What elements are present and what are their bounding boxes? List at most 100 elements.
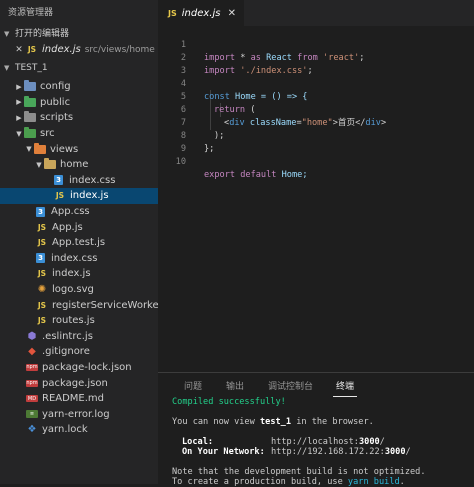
tree-item-label: package.json bbox=[42, 377, 108, 389]
code-line-1: 1 import * as React from 'react'; bbox=[158, 26, 474, 63]
log-file-icon: ≡ bbox=[26, 410, 38, 419]
tree-item-src[interactable]: ▼ src bbox=[0, 126, 158, 142]
tree-item-label: scripts bbox=[40, 112, 74, 124]
tree-item-app-test-js[interactable]: JS App.test.js bbox=[0, 235, 158, 251]
chevron-down-icon: ▼ bbox=[4, 30, 10, 38]
folder-public-icon bbox=[24, 95, 36, 107]
chevron-right-icon: ▶ bbox=[16, 113, 22, 122]
chevron-down-icon: ▼ bbox=[36, 160, 42, 169]
tree-item-gitignore[interactable]: ◆ .gitignore bbox=[0, 344, 158, 360]
panel-tabs: 问题 输出 调试控制台 终端 bbox=[158, 373, 474, 397]
js-file-icon: JS bbox=[27, 45, 37, 54]
tree-item-label: src bbox=[40, 128, 55, 140]
tree-item-routes-js[interactable]: JS routes.js bbox=[0, 313, 158, 329]
code-line-9: 9 bbox=[158, 130, 474, 154]
tree-item-public[interactable]: ▶ public bbox=[0, 95, 158, 111]
code-line-7: 7 ); bbox=[158, 104, 474, 141]
tree-item-label: views bbox=[50, 143, 79, 155]
json-file-icon: npm bbox=[26, 363, 38, 371]
tab-problems[interactable]: 问题 bbox=[184, 379, 202, 392]
line-number: 10 bbox=[175, 157, 186, 167]
tree-item-views[interactable]: ▼ views bbox=[0, 141, 158, 157]
terminal-line-note: Note that the development build is not o… bbox=[172, 467, 426, 477]
close-icon[interactable]: ✕ bbox=[14, 45, 24, 56]
project-section-header[interactable]: ▼ TEST_1 bbox=[0, 60, 158, 76]
tree-item-src-index-css[interactable]: 3 index.css bbox=[0, 251, 158, 267]
terminal-local-url: http://localhost:3000/ bbox=[271, 437, 385, 447]
tree-item-register-service-worker[interactable]: JS registerServiceWorker.js bbox=[0, 297, 158, 313]
tree-item-label: .eslintrc.js bbox=[42, 330, 93, 342]
chevron-right-icon: ▶ bbox=[16, 98, 22, 107]
svg-file-icon: ✺ bbox=[37, 284, 47, 296]
lock-file-icon: ❖ bbox=[27, 424, 37, 436]
terminal-line-local: Local: bbox=[182, 437, 214, 447]
editor-tab-bar: JS index.js ✕ bbox=[158, 0, 474, 26]
tree-item-logo-svg[interactable]: ✺ logo.svg bbox=[0, 282, 158, 298]
code-line-2: 2 import './index.css'; bbox=[158, 39, 474, 76]
css-file-icon: 3 bbox=[36, 206, 45, 217]
terminal-network-url: http://192.168.172.22:3000/ bbox=[271, 447, 411, 457]
project-label: TEST_1 bbox=[15, 63, 48, 73]
tree-item-label: logo.svg bbox=[52, 284, 94, 296]
code-line-4: 4 const Home = () => { bbox=[158, 65, 474, 102]
code-line-10: 10 export default Home; bbox=[158, 143, 474, 180]
tree-item-label: index.js bbox=[70, 190, 109, 202]
open-editors-section-header[interactable]: ▼ 打开的编辑器 bbox=[0, 26, 158, 42]
tree-item-label: routes.js bbox=[52, 315, 95, 327]
tree-item-label: config bbox=[40, 81, 71, 93]
tree-item-package-json[interactable]: npm package.json bbox=[0, 375, 158, 391]
open-editor-name: index.js bbox=[42, 44, 81, 55]
tree-item-yarn-lock[interactable]: ❖ yarn.lock bbox=[0, 422, 158, 438]
terminal-line-build: To create a production build, use yarn b… bbox=[172, 477, 405, 487]
tree-item-label: .gitignore bbox=[42, 346, 90, 358]
terminal-line-compiled: Compiled successfully! bbox=[172, 397, 286, 407]
tree-item-label: registerServiceWorker.js bbox=[52, 299, 158, 311]
git-file-icon: ◆ bbox=[28, 346, 36, 358]
css-file-icon: 3 bbox=[36, 253, 45, 264]
tree-item-label: package-lock.json bbox=[42, 361, 132, 373]
file-tree: ▶ config ▶ public ▶ scripts ▼ src ▼ view… bbox=[0, 79, 158, 438]
open-editor-item[interactable]: ✕ JS index.js src/views/home bbox=[0, 42, 158, 58]
tree-item-scripts[interactable]: ▶ scripts bbox=[0, 110, 158, 126]
code-line-5: 5 return ( bbox=[158, 78, 474, 115]
tree-item-label: index.css bbox=[51, 252, 98, 264]
tree-item-home[interactable]: ▼ home bbox=[0, 157, 158, 173]
js-file-icon: JS bbox=[37, 300, 47, 310]
markdown-file-icon: MD bbox=[26, 395, 38, 403]
js-file-icon: JS bbox=[37, 269, 47, 279]
tree-item-label: README.md bbox=[42, 393, 105, 405]
tree-item-label: index.css bbox=[69, 174, 116, 186]
tree-item-src-index-js[interactable]: JS index.js bbox=[0, 266, 158, 282]
chevron-down-icon: ▼ bbox=[26, 145, 32, 154]
terminal-line-view: You can now view test_1 in the browser. bbox=[172, 417, 374, 427]
code-line-3: 3 bbox=[158, 52, 474, 76]
open-editors-label: 打开的编辑器 bbox=[15, 29, 70, 39]
folder-home-icon bbox=[44, 158, 56, 170]
close-icon[interactable]: ✕ bbox=[228, 8, 236, 19]
tab-debug-console[interactable]: 调试控制台 bbox=[268, 379, 313, 392]
tab-index-js[interactable]: JS index.js ✕ bbox=[158, 0, 244, 26]
tab-terminal[interactable]: 终端 bbox=[332, 379, 358, 397]
tree-item-home-index-js[interactable]: JS index.js bbox=[0, 188, 158, 204]
folder-scripts-icon bbox=[24, 111, 36, 123]
tab-output[interactable]: 输出 bbox=[226, 379, 244, 392]
tree-item-app-css[interactable]: 3 App.css bbox=[0, 204, 158, 220]
explorer-title: 资源管理器 bbox=[8, 8, 54, 18]
tree-item-config[interactable]: ▶ config bbox=[0, 79, 158, 95]
code-editor[interactable]: 1 import * as React from 'react'; 2 impo… bbox=[158, 26, 474, 372]
tree-item-label: App.css bbox=[51, 206, 90, 218]
js-file-icon: JS bbox=[37, 222, 47, 232]
tree-item-eslintrc[interactable]: ⬢ .eslintrc.js bbox=[0, 329, 158, 345]
tree-item-package-lock[interactable]: npm package-lock.json bbox=[0, 360, 158, 376]
tree-item-readme[interactable]: MD README.md bbox=[0, 391, 158, 407]
tree-item-yarn-error-log[interactable]: ≡ yarn-error.log bbox=[0, 406, 158, 422]
tree-item-app-js[interactable]: JS App.js bbox=[0, 219, 158, 235]
code-line-8: 8 }; bbox=[158, 117, 474, 154]
folder-views-icon bbox=[34, 142, 46, 154]
tree-item-label: App.js bbox=[52, 221, 83, 233]
tree-item-label: home bbox=[60, 159, 89, 171]
tree-item-home-index-css[interactable]: 3 index.css bbox=[0, 173, 158, 189]
tree-item-label: yarn-error.log bbox=[42, 408, 110, 420]
tree-item-label: index.js bbox=[52, 268, 91, 280]
js-file-icon: JS bbox=[37, 316, 47, 326]
